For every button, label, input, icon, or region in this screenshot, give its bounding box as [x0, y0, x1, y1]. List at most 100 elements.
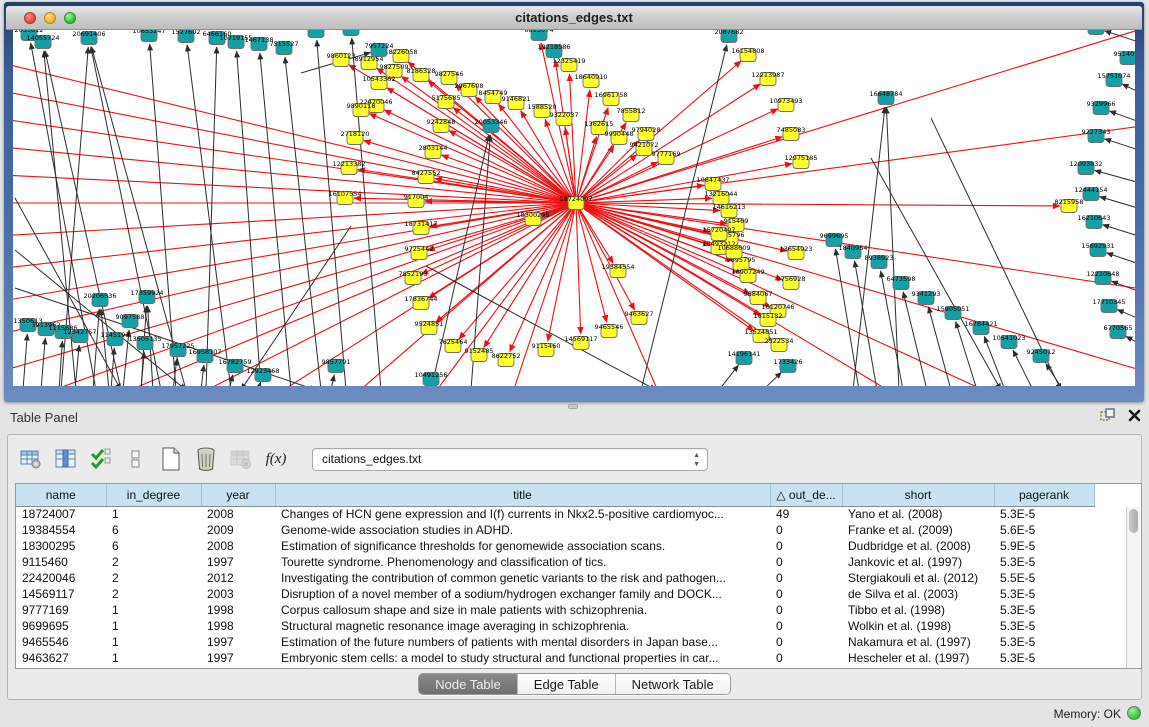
network-node[interactable]: 13654923 — [779, 245, 812, 260]
table-row[interactable]: 946554611997Estimation of the future num… — [16, 634, 1094, 650]
table-cell[interactable]: Yano et al. (2008) — [842, 506, 994, 522]
table-cell[interactable]: 0 — [770, 570, 842, 586]
network-node[interactable]: 7485083 — [777, 126, 806, 141]
network-node[interactable]: 9227343 — [1082, 128, 1111, 143]
network-node[interactable]: 9857791 — [322, 358, 351, 373]
table-cell[interactable]: 5.9E-5 — [994, 538, 1094, 554]
network-node[interactable]: 1527602 — [172, 30, 201, 43]
network-node[interactable]: 2087682 — [715, 30, 744, 43]
table-cell[interactable]: 5.3E-5 — [994, 602, 1094, 618]
network-node[interactable]: 7625464 — [439, 338, 468, 353]
network-canvas[interactable]: 1872400798601238912954182260589827509105… — [13, 30, 1135, 386]
network-node[interactable]: 10541023 — [992, 334, 1025, 349]
table-cell[interactable]: 2 — [106, 554, 201, 570]
network-window-titlebar[interactable]: citations_edges.txt — [6, 6, 1142, 30]
network-node[interactable]: 2522534 — [765, 337, 794, 352]
network-node[interactable]: 10543362 — [362, 75, 395, 90]
table-cell[interactable]: Corpus callosum shape and size in male p… — [275, 602, 770, 618]
table-cell[interactable]: 2 — [106, 586, 201, 602]
network-node[interactable]: 14616213 — [712, 203, 745, 218]
table-cell[interactable]: 1 — [106, 634, 201, 650]
table-cell[interactable]: 0 — [770, 554, 842, 570]
float-panel-icon[interactable] — [1100, 408, 1116, 427]
table-cell[interactable]: 0 — [770, 522, 842, 538]
table-row[interactable]: 1938455462009Genome-wide association stu… — [16, 522, 1094, 538]
network-node[interactable]: 17359924 — [130, 289, 163, 304]
network-node[interactable]: 15905051 — [936, 305, 969, 320]
network-node[interactable]: 16210643 — [1077, 214, 1110, 229]
table-cell[interactable]: 2003 — [201, 586, 275, 602]
network-node[interactable]: 18907249 — [731, 268, 764, 283]
column-header-in_degree[interactable]: in_degree — [106, 484, 201, 506]
network-node[interactable]: 8131054 — [1082, 30, 1111, 35]
network-node[interactable]: 9777169 — [652, 150, 681, 165]
network-node[interactable]: 9524851 — [415, 320, 444, 335]
table-cell[interactable]: 5.3E-5 — [994, 650, 1094, 666]
table-cell[interactable]: Franke et al. (2009) — [842, 522, 994, 538]
select-column-button[interactable] — [53, 446, 79, 472]
table-cell[interactable]: 5.3E-5 — [994, 586, 1094, 602]
table-row[interactable]: 969969511998Structural magnetic resonanc… — [16, 618, 1094, 634]
table-cell[interactable]: 9115460 — [16, 554, 106, 570]
network-node[interactable]: 18731417 — [404, 220, 437, 235]
table-cell[interactable]: 0 — [770, 650, 842, 666]
network-node[interactable]: 12342757 — [63, 328, 96, 343]
column-header-out_de[interactable]: △ out_de... — [770, 484, 842, 506]
table-cell[interactable]: Structural magnetic resonance image aver… — [275, 618, 770, 634]
column-header-year[interactable]: year — [201, 484, 275, 506]
table-cell[interactable]: Dudbridge et al. (2008) — [842, 538, 994, 554]
table-cell[interactable]: Hescheler et al. (1997) — [842, 650, 994, 666]
table-cell[interactable]: 6 — [106, 538, 201, 554]
memory-status-indicator[interactable] — [1127, 706, 1141, 720]
table-cell[interactable]: 5.3E-5 — [994, 554, 1094, 570]
split-pane-grip[interactable] — [568, 404, 578, 409]
network-node[interactable]: 2718120 — [341, 130, 370, 145]
network-node[interactable]: 14196141 — [727, 350, 760, 365]
network-node[interactable]: 16961758 — [594, 91, 627, 106]
table-row[interactable]: 1872400712008Changes of HCN gene express… — [16, 506, 1094, 522]
network-node[interactable]: 16561361 — [299, 30, 332, 38]
table-cell[interactable]: 2012 — [201, 570, 275, 586]
table-cell[interactable]: 1998 — [201, 602, 275, 618]
tab-network-table[interactable]: Network Table — [616, 674, 730, 694]
network-node[interactable]: 8938923 — [865, 254, 894, 269]
network-node[interactable]: 9115460 — [532, 342, 561, 357]
network-node[interactable]: 20206536 — [83, 292, 116, 307]
table-cell[interactable]: 19384554 — [16, 522, 106, 538]
network-node[interactable]: 12093832 — [1069, 160, 1102, 175]
network-node[interactable]: 16154808 — [731, 47, 764, 62]
table-scrollbar-thumb[interactable] — [1129, 509, 1138, 533]
table-cell[interactable]: 6 — [106, 522, 201, 538]
network-node[interactable]: 9725442 — [405, 245, 434, 260]
new-table-button[interactable] — [158, 446, 184, 472]
network-node[interactable]: 7852193 — [399, 270, 428, 285]
network-node[interactable]: 9465546 — [595, 323, 624, 338]
network-node[interactable]: 6473598 — [887, 275, 916, 290]
network-node[interactable]: 12213382 — [332, 160, 365, 175]
table-cell[interactable]: 5.5E-5 — [994, 570, 1094, 586]
network-node[interactable]: 10553287 — [334, 30, 367, 36]
network-node[interactable]: 18640910 — [574, 73, 607, 88]
table-cell[interactable]: 2008 — [201, 506, 275, 522]
column-header-title[interactable]: title — [275, 484, 770, 506]
table-row[interactable]: 946362711997Embryonic stem cells: a mode… — [16, 650, 1094, 666]
network-node[interactable]: 16107554 — [328, 190, 361, 205]
table-cell[interactable]: 2009 — [201, 522, 275, 538]
column-header-pagerank[interactable]: pagerank — [994, 484, 1094, 506]
table-cell[interactable]: 5.3E-5 — [994, 506, 1094, 522]
table-row[interactable]: 2242004622012Investigating the contribut… — [16, 570, 1094, 586]
table-cell[interactable]: 1998 — [201, 618, 275, 634]
network-node[interactable]: 16648784 — [869, 90, 902, 105]
table-cell[interactable]: Changes of HCN gene expression and I(f) … — [275, 506, 770, 522]
node-table-container[interactable]: namein_degreeyeartitle△ out_de...shortpa… — [15, 483, 1142, 669]
table-cell[interactable]: Stergiakouli et al. (2012) — [842, 570, 994, 586]
network-node[interactable]: 14569117 — [564, 335, 597, 350]
table-settings-button[interactable] — [18, 446, 44, 472]
table-selector-dropdown[interactable]: citations_edges.txt ▲▼ — [312, 448, 708, 471]
network-node[interactable]: 9152485 — [465, 347, 494, 362]
show-columns-button[interactable] — [88, 446, 114, 472]
network-node[interactable]: 1840954 — [839, 244, 868, 259]
table-cell[interactable]: 9699695 — [16, 618, 106, 634]
table-cell[interactable]: Embryonic stem cells: a model to study s… — [275, 650, 770, 666]
network-node[interactable]: 16784421 — [964, 320, 997, 335]
